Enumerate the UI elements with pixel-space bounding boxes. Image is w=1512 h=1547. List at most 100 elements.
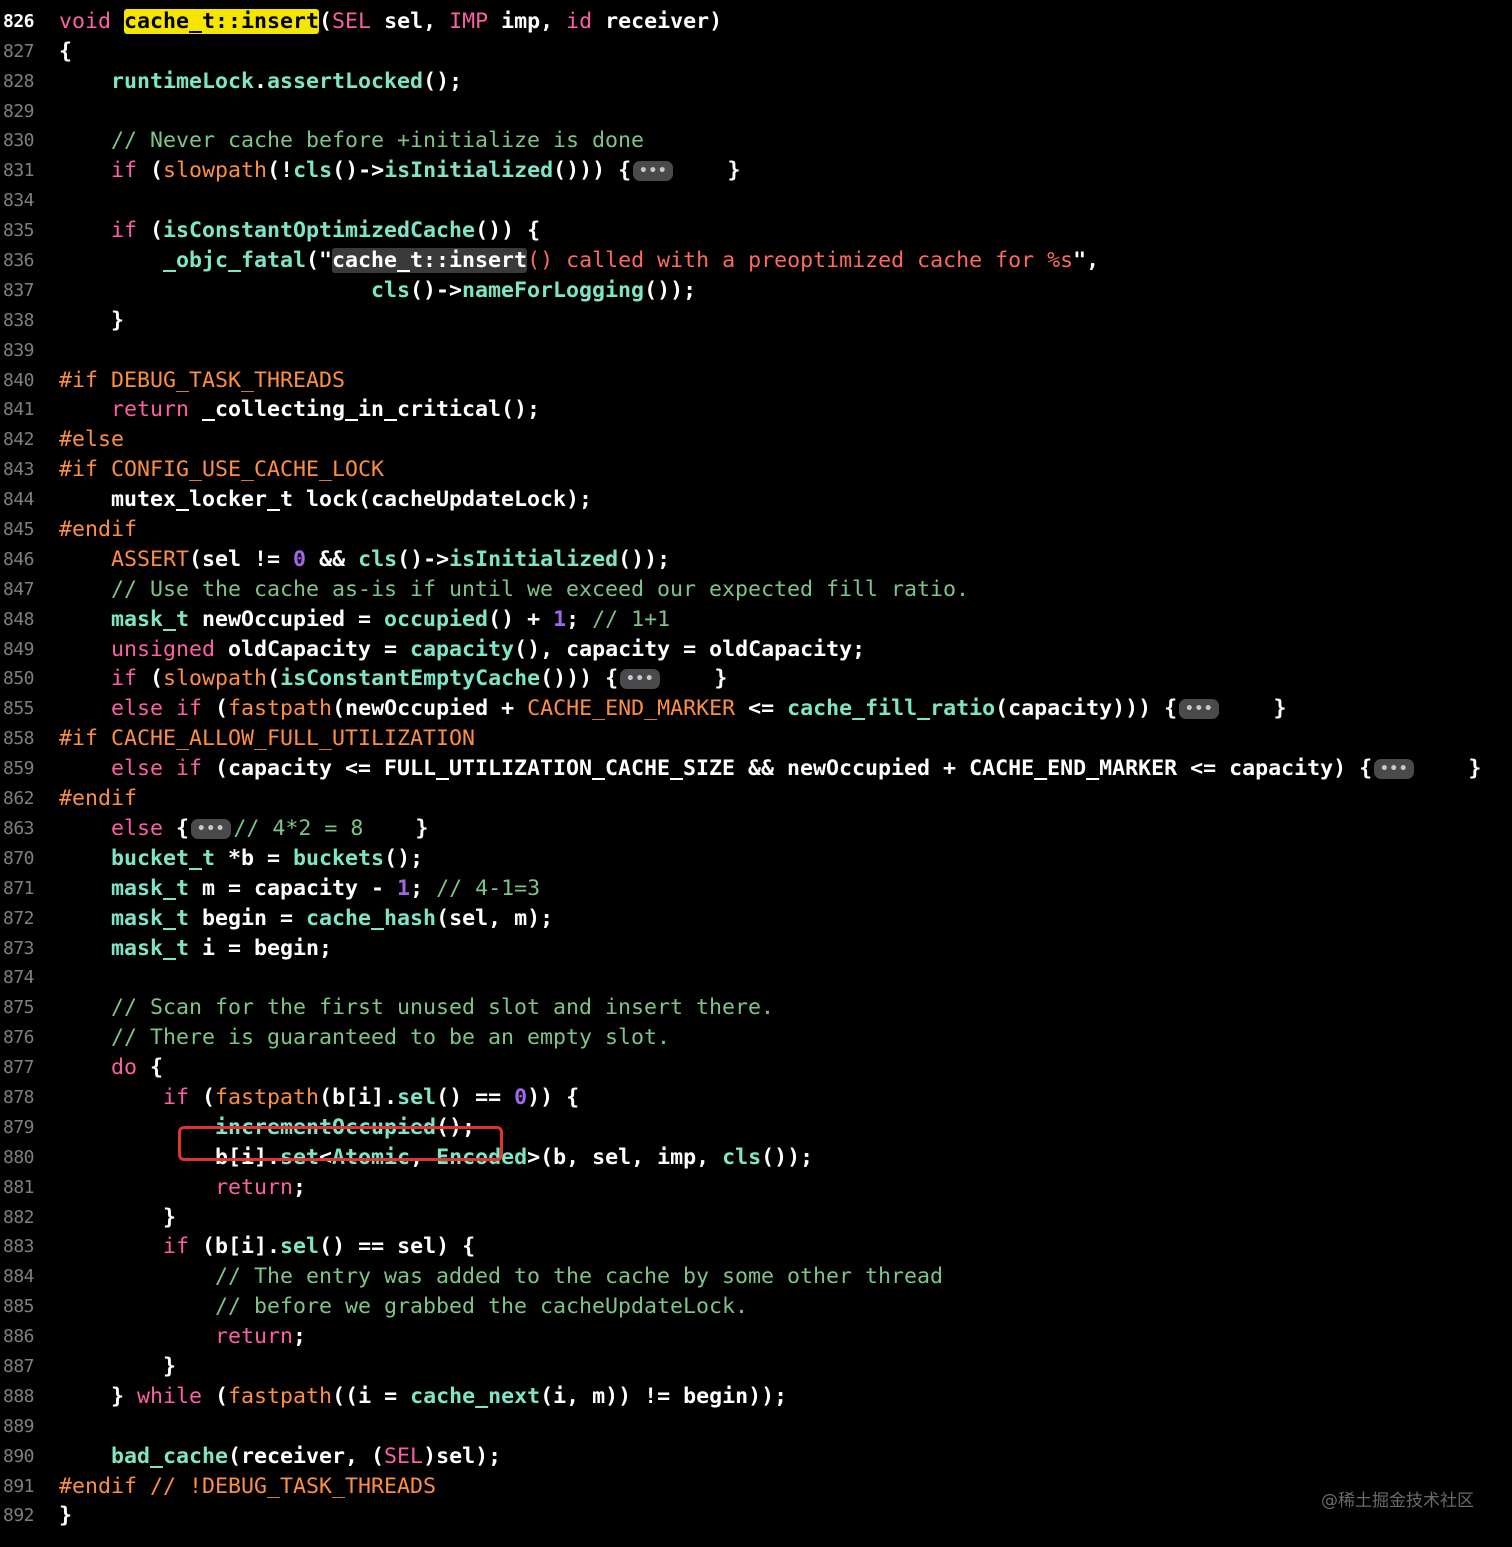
code-line[interactable]: 837 cls()->nameForLogging()); (0, 276, 1512, 306)
line-number[interactable]: 892 (0, 1501, 35, 1531)
code-text[interactable]: bad_cache(receiver, (SEL)sel); (59, 1442, 501, 1472)
code-fold-toggle[interactable]: ••• (1179, 699, 1220, 720)
line-number[interactable]: 890 (0, 1442, 35, 1472)
line-number[interactable]: 888 (0, 1382, 35, 1412)
code-line[interactable]: 891 #endif // !DEBUG_TASK_THREADS (0, 1472, 1512, 1502)
code-text[interactable]: // before we grabbed the cacheUpdateLock… (59, 1292, 748, 1322)
code-text[interactable]: return _collecting_in_critical(); (59, 395, 540, 425)
line-number[interactable]: 831 (0, 156, 35, 186)
line-number[interactable]: 826 (0, 7, 35, 37)
code-line[interactable]: 875 // Scan for the first unused slot an… (0, 993, 1512, 1023)
code-line[interactable]: 855 else if (fastpath(newOccupied + CACH… (0, 694, 1512, 724)
code-text[interactable]: #if DEBUG_TASK_THREADS (59, 366, 345, 396)
code-text[interactable]: do { (59, 1053, 163, 1083)
line-number[interactable]: 825 (0, 0, 35, 7)
code-text[interactable]: { (59, 37, 72, 67)
line-number[interactable]: 846 (0, 545, 35, 575)
code-text[interactable]: // There is guaranteed to be an empty sl… (59, 1023, 670, 1053)
line-number[interactable]: 858 (0, 724, 35, 754)
code-line[interactable]: 827 { (0, 37, 1512, 67)
code-line[interactable]: 888 } while (fastpath((i = cache_next(i,… (0, 1382, 1512, 1412)
line-number[interactable]: 838 (0, 306, 35, 336)
line-number[interactable]: 842 (0, 425, 35, 455)
code-line[interactable]: 859 else if (capacity <= FULL_UTILIZATIO… (0, 754, 1512, 784)
code-text[interactable]: } (59, 1352, 176, 1382)
code-line[interactable]: 844 mutex_locker_t lock(cacheUpdateLock)… (0, 485, 1512, 515)
code-text[interactable]: mask_t i = begin; (59, 934, 332, 964)
line-number[interactable]: 879 (0, 1113, 35, 1143)
line-number[interactable]: 891 (0, 1472, 35, 1502)
code-text[interactable]: return; (59, 1173, 306, 1203)
code-text[interactable]: // Use the cache as-is if until we excee… (59, 575, 969, 605)
code-line[interactable]: 843 #if CONFIG_USE_CACHE_LOCK (0, 455, 1512, 485)
code-text[interactable]: mask_t begin = cache_hash(sel, m); (59, 904, 553, 934)
code-text[interactable]: _objc_fatal("cache_t::insert() called wi… (59, 246, 1099, 276)
code-text[interactable]: } (59, 1203, 176, 1233)
code-text[interactable]: #endif (59, 515, 137, 545)
line-number[interactable]: 844 (0, 485, 35, 515)
code-fold-toggle[interactable]: ••• (191, 818, 232, 839)
code-text[interactable]: mask_t m = capacity - 1; // 4-1=3 (59, 874, 540, 904)
code-text[interactable]: #endif // !DEBUG_TASK_THREADS (59, 1472, 436, 1502)
line-number[interactable]: 848 (0, 605, 35, 635)
code-text[interactable]: } (59, 1501, 72, 1531)
line-number[interactable]: 872 (0, 904, 35, 934)
line-number[interactable]: 859 (0, 754, 35, 784)
code-text[interactable]: if (isConstantOptimizedCache()) { (59, 216, 540, 246)
code-text[interactable]: bucket_t *b = buckets(); (59, 844, 423, 874)
code-line[interactable]: 848 mask_t newOccupied = occupied() + 1;… (0, 605, 1512, 635)
code-line[interactable]: 871 mask_t m = capacity - 1; // 4-1=3 (0, 874, 1512, 904)
line-number[interactable]: 849 (0, 635, 35, 665)
code-text[interactable]: } (59, 306, 124, 336)
code-text[interactable]: mask_t newOccupied = occupied() + 1; // … (59, 605, 670, 635)
line-number[interactable]: 847 (0, 575, 35, 605)
line-number[interactable]: 828 (0, 67, 35, 97)
line-number[interactable]: 870 (0, 844, 35, 874)
line-number[interactable]: 834 (0, 186, 35, 216)
code-line[interactable]: 862 #endif (0, 784, 1512, 814)
line-number[interactable]: 881 (0, 1173, 35, 1203)
code-line[interactable]: 830 // Never cache before +initialize is… (0, 126, 1512, 156)
line-number[interactable]: 837 (0, 276, 35, 306)
line-number[interactable]: 830 (0, 126, 35, 156)
code-text[interactable]: } while (fastpath((i = cache_next(i, m))… (59, 1382, 787, 1412)
code-line[interactable]: 873 mask_t i = begin; (0, 934, 1512, 964)
code-line[interactable]: 887 } (0, 1352, 1512, 1382)
code-text[interactable]: mutex_locker_t lock(cacheUpdateLock); (59, 485, 592, 515)
line-number[interactable]: 874 (0, 963, 35, 993)
line-number[interactable]: 863 (0, 814, 35, 844)
line-number[interactable]: 836 (0, 246, 35, 276)
code-line[interactable]: 831 if (slowpath(!cls()->isInitialized()… (0, 156, 1512, 186)
code-line[interactable]: 890 bad_cache(receiver, (SEL)sel); (0, 1442, 1512, 1472)
code-line[interactable]: 858 #if CACHE_ALLOW_FULL_UTILIZATION (0, 724, 1512, 754)
code-text[interactable]: return; (59, 1322, 306, 1352)
code-line[interactable]: 876 // There is guaranteed to be an empt… (0, 1023, 1512, 1053)
line-number[interactable]: 862 (0, 784, 35, 814)
line-number[interactable]: 887 (0, 1352, 35, 1382)
code-line[interactable]: 825 (0, 0, 1512, 7)
code-line[interactable]: 881 return; (0, 1173, 1512, 1203)
code-line[interactable]: 877 do { (0, 1053, 1512, 1083)
line-number[interactable]: 873 (0, 934, 35, 964)
code-line[interactable]: 872 mask_t begin = cache_hash(sel, m); (0, 904, 1512, 934)
line-number[interactable]: 877 (0, 1053, 35, 1083)
line-number[interactable]: 876 (0, 1023, 35, 1053)
code-line[interactable]: 849 unsigned oldCapacity = capacity(), c… (0, 635, 1512, 665)
code-text[interactable]: // Never cache before +initialize is don… (59, 126, 644, 156)
code-editor[interactable]: 825826 void cache_t::insert(SEL sel, IMP … (0, 0, 1512, 1531)
code-text[interactable]: else {•••// 4*2 = 8 } (59, 814, 428, 844)
code-fold-toggle[interactable]: ••• (1374, 759, 1415, 780)
code-line[interactable]: 885 // before we grabbed the cacheUpdate… (0, 1292, 1512, 1322)
code-line[interactable]: 884 // The entry was added to the cache … (0, 1262, 1512, 1292)
line-number[interactable]: 883 (0, 1232, 35, 1262)
code-text[interactable]: runtimeLock.assertLocked(); (59, 67, 462, 97)
line-number[interactable]: 850 (0, 664, 35, 694)
line-number[interactable]: 835 (0, 216, 35, 246)
code-text[interactable]: else if (fastpath(newOccupied + CACHE_EN… (59, 694, 1286, 724)
code-line[interactable]: 841 return _collecting_in_critical(); (0, 395, 1512, 425)
code-text[interactable]: if (b[i].sel() == sel) { (59, 1232, 475, 1262)
code-line[interactable]: 883 if (b[i].sel() == sel) { (0, 1232, 1512, 1262)
code-text[interactable]: unsigned oldCapacity = capacity(), capac… (59, 635, 865, 665)
line-number[interactable]: 845 (0, 515, 35, 545)
line-number[interactable]: 840 (0, 366, 35, 396)
